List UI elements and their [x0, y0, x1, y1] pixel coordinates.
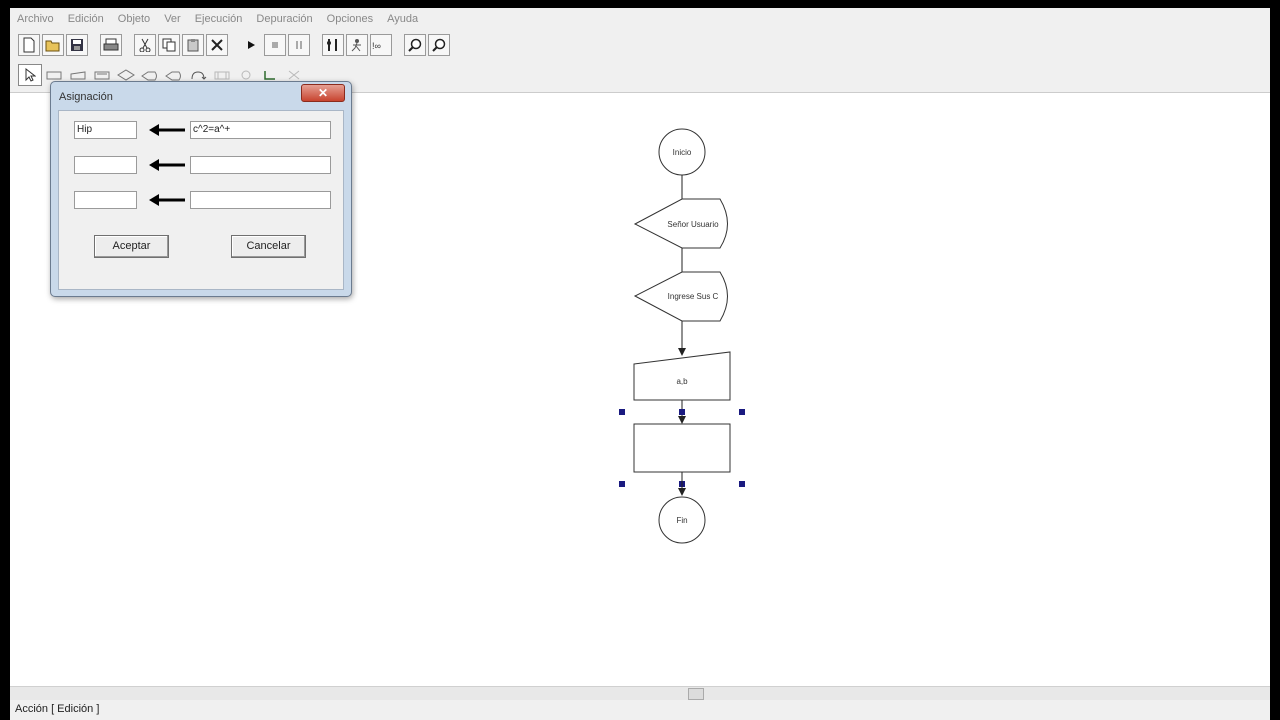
end-node[interactable]: Fin	[658, 496, 706, 544]
left-arrow-icon	[149, 159, 185, 171]
menu-edicion[interactable]: Edición	[68, 13, 104, 25]
pause-icon[interactable]	[288, 34, 310, 56]
horizontal-scrollbar[interactable]	[10, 686, 1270, 700]
select-pointer-icon[interactable]	[18, 64, 42, 86]
output-node-1[interactable]: Señor Usuario	[633, 198, 728, 249]
save-disk-icon[interactable]	[66, 34, 88, 56]
assignment-node[interactable]	[633, 423, 731, 473]
main-toolbar: !∞	[18, 32, 452, 58]
menu-archivo[interactable]: Archivo	[17, 13, 54, 25]
app-window: Archivo Edición Objeto Ver Ejecución Dep…	[10, 8, 1270, 720]
input-label: a,b	[676, 377, 688, 386]
scrollbar-thumb[interactable]	[688, 688, 704, 700]
menu-ayuda[interactable]: Ayuda	[387, 13, 418, 25]
start-node[interactable]: Inicio	[658, 128, 706, 176]
menu-opciones[interactable]: Opciones	[327, 13, 373, 25]
status-bar: Acción [ Edición ]	[10, 700, 1270, 720]
variable-input-3[interactable]	[74, 191, 137, 209]
variable-input-1[interactable]: Hip	[74, 121, 137, 139]
accept-button[interactable]: Aceptar	[94, 235, 169, 258]
dialog-body: Hip c^2=a^+ Aceptar Cancelar	[58, 110, 344, 290]
delete-x-icon[interactable]	[206, 34, 228, 56]
end-label: Fin	[676, 516, 687, 525]
menu-depuracion[interactable]: Depuración	[256, 13, 312, 25]
menu-ejecucion[interactable]: Ejecución	[195, 13, 243, 25]
print-icon[interactable]	[100, 34, 122, 56]
open-folder-icon[interactable]	[42, 34, 64, 56]
variable-input-2[interactable]	[74, 156, 137, 174]
menu-objeto[interactable]: Objeto	[118, 13, 150, 25]
left-arrow-icon	[149, 194, 185, 206]
dialog-title: Asignación	[59, 91, 113, 103]
output-node-2[interactable]: Ingrese Sus C	[633, 271, 728, 322]
input-node[interactable]: a,b	[633, 351, 731, 401]
output2-label: Ingrese Sus C	[668, 292, 719, 301]
zoom-in-icon[interactable]	[404, 34, 426, 56]
copy-icon[interactable]	[158, 34, 180, 56]
expression-input-3[interactable]	[190, 191, 331, 209]
step-over-icon[interactable]	[346, 34, 368, 56]
expression-input-1[interactable]: c^2=a^+	[190, 121, 331, 139]
watch-variables-icon[interactable]: !∞	[370, 34, 392, 56]
cancel-button[interactable]: Cancelar	[231, 235, 306, 258]
start-label: Inicio	[673, 148, 692, 157]
new-document-icon[interactable]	[18, 34, 40, 56]
step-icon[interactable]	[322, 34, 344, 56]
menu-bar: Archivo Edición Objeto Ver Ejecución Dep…	[10, 8, 1270, 30]
expression-input-2[interactable]	[190, 156, 331, 174]
status-mode: Acción [ Edición ]	[15, 703, 100, 715]
svg-text:!∞: !∞	[372, 41, 381, 51]
paste-icon[interactable]	[182, 34, 204, 56]
assignment-dialog: Asignación ✕ Hip c^2=a^+ Aceptar Cancela…	[50, 81, 352, 297]
flowchart-canvas[interactable]: Inicio Señor Usuario Ingrese Sus C a,b F…	[10, 81, 1270, 686]
stop-icon[interactable]	[264, 34, 286, 56]
zoom-out-icon[interactable]	[428, 34, 450, 56]
output1-label: Señor Usuario	[667, 220, 719, 229]
menu-ver[interactable]: Ver	[164, 13, 181, 25]
cut-scissors-icon[interactable]	[134, 34, 156, 56]
left-arrow-icon	[149, 124, 185, 136]
close-button[interactable]: ✕	[301, 84, 345, 102]
run-play-icon[interactable]	[240, 34, 262, 56]
